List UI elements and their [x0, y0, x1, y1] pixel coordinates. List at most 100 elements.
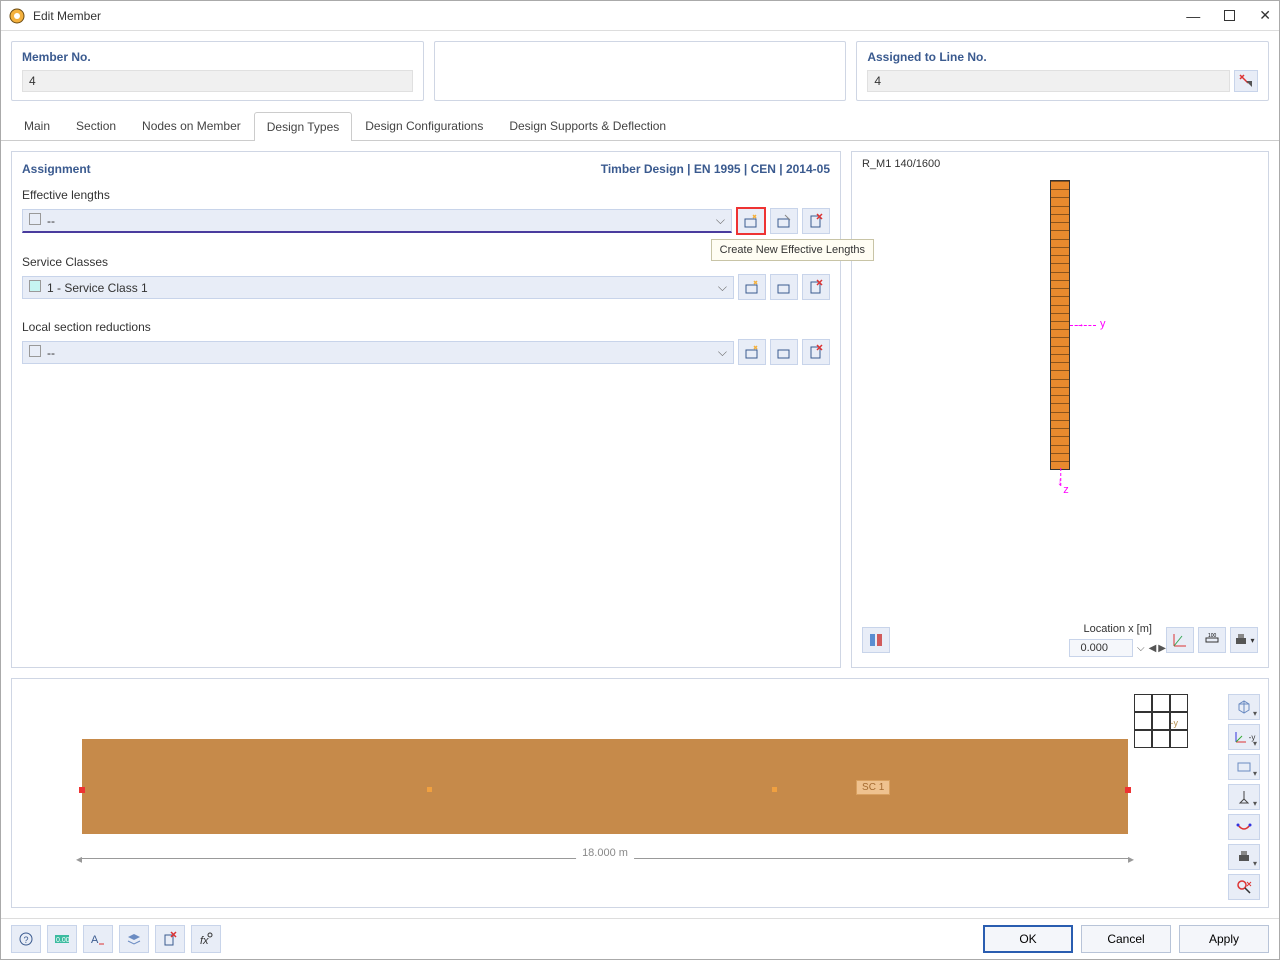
display-icon	[1236, 759, 1252, 775]
beam-graphic	[82, 739, 1128, 834]
delete-effective-lengths-button[interactable]	[802, 208, 830, 234]
section-view: y→ ↓z	[858, 170, 1262, 619]
formula-icon: fx	[198, 931, 214, 947]
location-label: Location x [m]	[1083, 623, 1151, 635]
delete-item-icon	[808, 279, 824, 295]
text-settings-button[interactable]: A	[83, 925, 113, 953]
tab-nodes-on-member[interactable]: Nodes on Member	[129, 111, 254, 140]
effective-lengths-combo[interactable]: -- ⌵	[22, 209, 732, 233]
section-name: R_M1 140/1600	[858, 158, 1262, 170]
arrow-right-icon: ▸	[1128, 852, 1134, 866]
location-value[interactable]: 0.000	[1069, 639, 1133, 657]
location-prev-button[interactable]: ◀	[1149, 643, 1157, 654]
layers-icon	[126, 931, 142, 947]
axis-z: ↓z	[1057, 476, 1063, 488]
tool-deflection[interactable]	[1228, 814, 1260, 840]
svg-text:0.00: 0.00	[56, 937, 70, 944]
chevron-down-icon: ⌵	[718, 280, 727, 295]
sc-badge: SC 1	[856, 780, 890, 795]
maximize-button[interactable]	[1224, 10, 1235, 21]
tab-design-supports-deflection[interactable]: Design Supports & Deflection	[496, 111, 679, 140]
svg-text:100: 100	[1208, 633, 1217, 639]
tab-design-types[interactable]: Design Types	[254, 112, 353, 141]
svg-text:A: A	[91, 934, 99, 946]
apply-button[interactable]: Apply	[1179, 925, 1269, 953]
copy-settings-button[interactable]	[155, 925, 185, 953]
new-item-icon	[744, 279, 760, 295]
create-service-class-button[interactable]	[738, 274, 766, 300]
print-icon	[1236, 849, 1252, 865]
dimension-toggle-button[interactable]: 100	[1198, 627, 1226, 653]
layers-button[interactable]	[119, 925, 149, 953]
section-stress-icon	[868, 632, 884, 648]
cursor-delete-icon	[1238, 73, 1254, 89]
tool-search-delete[interactable]	[1228, 874, 1260, 900]
service-classes-combo[interactable]: 1 - Service Class 1 ⌵	[22, 276, 734, 299]
formula-button[interactable]: fx	[191, 925, 221, 953]
service-classes-label: Service Classes	[22, 255, 830, 269]
create-effective-lengths-button[interactable]: Create New Effective Lengths	[736, 207, 766, 235]
ok-button[interactable]: OK	[983, 925, 1073, 953]
cancel-button[interactable]: Cancel	[1081, 925, 1171, 953]
axes-icon	[1172, 632, 1188, 648]
nav-cube[interactable]: -y	[1134, 694, 1188, 748]
assigned-line-field: 4	[867, 70, 1230, 92]
footer: ? 0.00 A fx OK Cancel Apply	[1, 918, 1279, 959]
delete-local-reduction-button[interactable]	[802, 339, 830, 365]
tooltip: Create New Effective Lengths	[711, 239, 874, 261]
member-no-label: Member No.	[22, 50, 413, 64]
section-preview-pane: R_M1 140/1600 y→ ↓z Location x [m] 0.000…	[851, 151, 1269, 668]
member-no-panel: Member No. 4	[11, 41, 424, 101]
tab-design-configurations[interactable]: Design Configurations	[352, 111, 496, 140]
tab-section[interactable]: Section	[63, 111, 129, 140]
assignment-pane: Assignment Timber Design | EN 1995 | CEN…	[11, 151, 841, 668]
delete-item-icon	[808, 213, 824, 229]
member-no-field: 4	[22, 70, 413, 92]
local-reductions-label: Local section reductions	[22, 320, 830, 334]
member-view: SC 1 ◂ 18.000 m ▸ -y ▾ -y▾ ▾ ▾ ▾	[11, 678, 1269, 908]
assigned-label: Assigned to Line No.	[867, 50, 1258, 64]
titlebar: Edit Member — ✕	[1, 1, 1279, 31]
print-section-button[interactable]: ▾	[1230, 627, 1258, 653]
support-icon	[1236, 789, 1252, 805]
close-button[interactable]: ✕	[1259, 7, 1271, 24]
cross-section-graphic	[1050, 180, 1070, 470]
node-end	[1125, 787, 1131, 793]
tool-display[interactable]: ▾	[1228, 754, 1260, 780]
create-local-reduction-button[interactable]	[738, 339, 766, 365]
mid-dot-2	[772, 787, 777, 792]
location-dropdown-icon[interactable]: ⌵	[1137, 643, 1145, 654]
units-button[interactable]: 0.00	[47, 925, 77, 953]
clear-assigned-button[interactable]	[1234, 70, 1258, 92]
new-item-icon	[744, 344, 760, 360]
app-icon	[9, 8, 25, 24]
nav-cube-y-label: -y	[1171, 718, 1179, 728]
edit-item-icon	[776, 279, 792, 295]
location-next-button[interactable]: ▶	[1158, 643, 1166, 654]
help-icon: ?	[18, 931, 34, 947]
print-icon	[1233, 632, 1249, 648]
edit-local-reduction-button[interactable]	[770, 339, 798, 365]
edit-item-icon	[776, 213, 792, 229]
view-settings-button[interactable]	[862, 627, 890, 653]
tool-print[interactable]: ▾	[1228, 844, 1260, 870]
units-icon: 0.00	[54, 931, 70, 947]
chevron-down-icon: ⌵	[718, 345, 727, 360]
help-button[interactable]: ?	[11, 925, 41, 953]
local-reductions-combo[interactable]: -- ⌵	[22, 341, 734, 364]
tab-main[interactable]: Main	[11, 111, 63, 140]
axes-toggle-button[interactable]	[1166, 627, 1194, 653]
tool-axes[interactable]: -y▾	[1228, 724, 1260, 750]
edit-effective-lengths-button[interactable]	[770, 208, 798, 234]
tool-iso-view[interactable]: ▾	[1228, 694, 1260, 720]
edit-service-class-button[interactable]	[770, 274, 798, 300]
axis-y: y→	[1074, 318, 1085, 330]
copy-delete-icon	[162, 931, 178, 947]
axes-xyz-icon	[1233, 729, 1249, 745]
tool-supports[interactable]: ▾	[1228, 784, 1260, 810]
minimize-button[interactable]: —	[1186, 8, 1200, 24]
dimension-icon: 100	[1204, 632, 1220, 648]
node-start	[79, 787, 85, 793]
delete-service-class-button[interactable]	[802, 274, 830, 300]
effective-lengths-label: Effective lengths	[22, 188, 830, 202]
